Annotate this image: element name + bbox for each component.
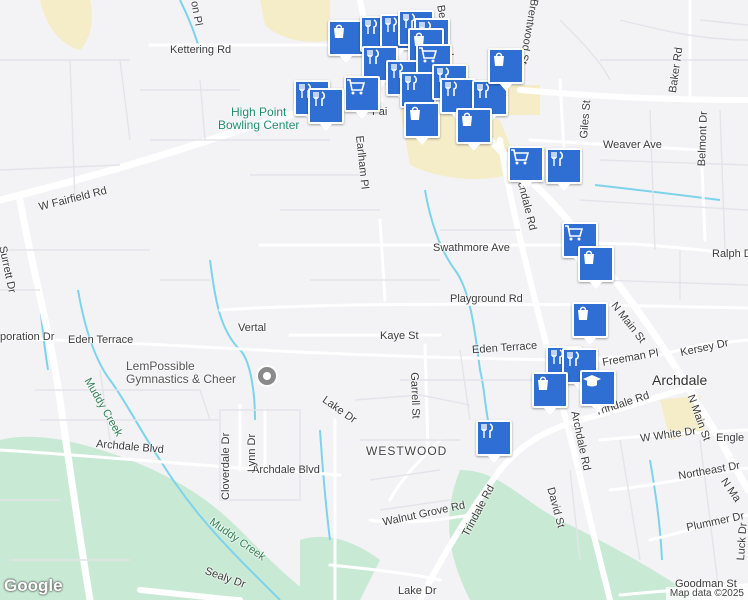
luck-dr-label: Luck Dr	[735, 522, 748, 561]
map-pin-shopping-bag[interactable]	[572, 302, 608, 345]
kettering-rd-label: Kettering Rd	[170, 44, 232, 56]
poration-dr-label: poration Dr	[0, 331, 55, 343]
map-pin-restaurant[interactable]	[546, 148, 582, 191]
map-pin-shopping-bag[interactable]	[328, 20, 364, 63]
map-pin-restaurant[interactable]	[476, 420, 512, 463]
weaver-ave-label: Weaver Ave	[603, 139, 662, 151]
archdale-town-label: Archdale	[652, 372, 708, 388]
westwood-neighborhood-label: WESTWOOD	[366, 444, 448, 458]
map-pin-restaurant[interactable]	[308, 88, 344, 131]
map-pin-shopping-cart[interactable]	[344, 76, 380, 119]
google-logo: Google	[4, 576, 63, 595]
map-pin-shopping-cart[interactable]	[508, 146, 544, 189]
playground-rd-label: Playground Rd	[450, 293, 523, 305]
belmont-dr-label: Belmont Dr	[696, 111, 710, 167]
lynn-dr-label: Lynn Dr	[246, 433, 258, 472]
swathmore-ave-label: Swathmore Ave	[433, 242, 510, 254]
vertal-label: Vertal	[238, 322, 267, 334]
map-pin-school[interactable]	[580, 370, 616, 413]
map-pin-shopping-bag[interactable]	[456, 108, 492, 151]
bowling-center-label[interactable]: High Point Bowling Center	[218, 106, 299, 132]
map-pin-shopping-bag[interactable]	[532, 372, 568, 415]
gymnastics-place-icon[interactable]	[256, 365, 278, 387]
kaye-st-label: Kaye St	[380, 330, 419, 342]
gymnastics-label[interactable]: LemPossible Gymnastics & Cheer	[126, 360, 236, 386]
garrell-st-label: Garrell St	[408, 372, 422, 419]
lake-dr-south-label: Lake Dr	[398, 585, 437, 597]
eden-terrace-west-label: Eden Terrace	[68, 334, 134, 346]
ralph-dr-label: Ralph D	[712, 248, 748, 260]
map-pin-shopping-bag[interactable]	[488, 48, 524, 91]
map-canvas[interactable]: Kettering Rd W Fairfield Rd Surrett Dr E…	[0, 0, 748, 600]
map-pin-shopping-bag[interactable]	[578, 246, 614, 289]
cloverdale-dr-label: Cloverdale Dr	[220, 432, 232, 500]
engle-label: Engle	[716, 432, 745, 444]
map-attribution[interactable]: Map data ©2025	[665, 587, 748, 600]
map-pin-shopping-bag[interactable]	[404, 102, 440, 145]
archdale-blvd-east-label: Archdale Blvd	[252, 464, 320, 476]
